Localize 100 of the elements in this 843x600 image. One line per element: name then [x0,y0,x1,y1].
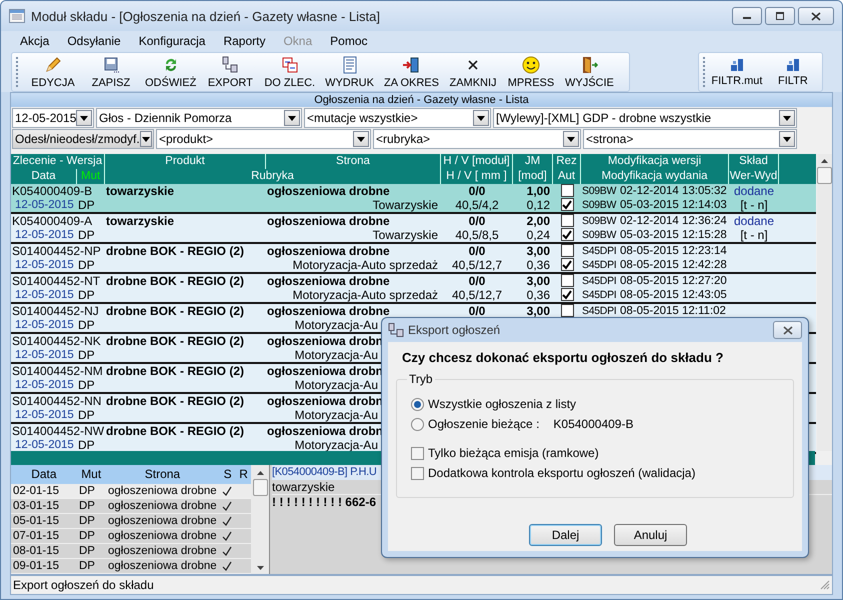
page-name: ogłoszeniowa drobne [107,544,218,558]
table-cell-text: 0/0 [468,214,486,228]
table-cell-text: DP [78,514,96,528]
panel-title: Ogłoszenia na dzień - Gazety własne - Lista [11,93,832,107]
table-cell-text: DP [77,288,96,302]
category: Motoryzacja-Au [294,348,379,362]
category: Towarzyskie [372,198,439,212]
table-cell-text: S09BW [581,228,618,242]
table-cell-text: 0/0 [468,274,486,288]
timestamp: 08-05-2015 12:23:14 [619,244,728,258]
table-cell-text: S09BW [581,184,618,198]
table-cell-text: DP [77,318,96,332]
group-label: Tryb [407,372,435,386]
product-name: drobne BOK - REGIO (2) [105,244,245,258]
date: 02-01-15 [12,484,60,498]
order-number: S014004452-NT [11,274,102,288]
order-number: S014004452-NN [11,394,102,408]
page-name: ogłoszeniowa drobn [266,394,381,408]
timestamp: 08-05-2015 12:42:28 [619,258,728,272]
timestamp: 08-05-2015 12:27:20 [619,274,728,288]
table-cell-text: DP [78,499,96,513]
timestamp: 02-12-2014 12:36:24 [619,214,728,228]
status-text: dodane [732,184,776,198]
category: Towarzyskie [372,228,439,242]
page-name: ogłoszeniowa drobne [266,274,391,288]
option-label: Wszystkie ogłoszenia z listy [428,397,576,411]
order-number: S014004452-NM [11,364,104,378]
product-name: drobne BOK - REGIO (2) [105,304,245,318]
status-text: dodane [732,214,776,228]
table-cell-text: 3,00 [526,274,551,288]
date: 12-05-2015 [14,318,75,332]
table-cell-text: 3,00 [526,304,551,318]
order-number: S014004452-NK [11,334,102,348]
table-cell-text: 0,12 [526,198,551,212]
table-cell-text: S45DPI [581,288,618,302]
table-cell-text: [t - n] [739,228,769,242]
page-name: ogłoszeniowa drobn [266,424,381,438]
option-label: Dodatkowa kontrola eksportu ogłoszeń (walidacja) [428,466,696,480]
page-name: ogłoszeniowa drobne [107,514,218,528]
table-cell-text: DP [77,408,96,422]
option-label: Tylko bieżąca emisja (ramkowe) [428,446,599,460]
product-name: drobne BOK - REGIO (2) [105,274,245,288]
product-name: drobne BOK - REGIO (2) [105,424,245,438]
date: 08-01-15 [12,544,60,558]
category: Motoryzacja-Au [294,318,379,332]
page-name: ogłoszeniowa drobne [107,559,218,573]
date: 12-05-2015 [14,198,75,212]
table-cell-text: DP [77,198,96,212]
date: 12-05-2015 [14,288,75,302]
table-cell-text: 40,5/4,2 [454,198,500,212]
date: 12-05-2015 [14,438,75,452]
category: Motoryzacja-Au [294,438,379,452]
table-cell-text: DP [78,544,96,558]
table-cell-text: 0/0 [468,184,486,198]
timestamp: 02-12-2014 13:05:32 [619,184,728,198]
page-name: ogłoszeniowa drobne [107,499,218,513]
page-name: ogłoszeniowa drobne [107,484,218,498]
date: 07-01-15 [12,529,60,543]
timestamp: 05-03-2015 12:14:03 [619,198,728,212]
table-cell-text: 3,00 [526,244,551,258]
preview-text: ! ! ! ! ! ! ! ! ! ! 662-6 [272,495,377,509]
product-name: drobne BOK - REGIO (2) [105,394,245,408]
table-cell-text: S09BW [581,214,618,228]
product-name: drobne BOK - REGIO (2) [105,364,245,378]
table-cell-text: S45DPI [581,244,618,258]
table-cell-text: DP [78,484,96,498]
order-number: S014004452-NP [11,244,102,258]
date: 12-05-2015 [14,408,75,422]
table-cell-text: 40,5/12,7 [450,258,504,272]
date: 09-01-15 [12,559,60,573]
table-cell-text: DP [77,228,96,242]
page-name: ogłoszeniowa drobn [266,334,381,348]
page-name: ogłoszeniowa drobne [266,214,391,228]
table-cell-text: 0,36 [526,258,551,272]
timestamp: 08-05-2015 12:43:05 [619,288,728,302]
table-cell-text: 40,5/8,5 [454,228,500,242]
dialog-title: Eksport ogłoszeń [408,323,502,337]
page-name: ogłoszeniowa drobne [107,529,218,543]
category: Motoryzacja-Auto sprzedaż [292,258,439,272]
table-cell-text: 0,24 [526,228,551,242]
page-name: ogłoszeniowa drobne [266,304,391,318]
table-cell-text: 1,00 [526,184,551,198]
table-cell-text: DP [78,529,96,543]
date: 03-01-15 [12,499,60,513]
table-cell-text: 2,00 [526,214,551,228]
order-number: K054000409-B [11,184,94,198]
table-cell-text: DP [77,258,96,272]
page-name: ogłoszeniowa drobne [266,184,391,198]
question-text: Czy chcesz dokonać eksportu ogłoszeń do składu ? [401,350,724,365]
date: 12-05-2015 [14,258,75,272]
date: 12-05-2015 [14,228,75,242]
table-cell-text: 0/0 [468,244,486,258]
page-name: ogłoszeniowa drobne [266,244,391,258]
table-cell-text: 0,36 [526,288,551,302]
date: 12-05-2015 [14,348,75,362]
table-cell-text: [t - n] [739,198,769,212]
table-cell-text: S45DPI [581,274,618,288]
timestamp: 05-03-2015 12:15:28 [619,228,728,242]
product-name: drobne BOK - REGIO (2) [105,334,245,348]
order-number: S014004452-NW [11,424,105,438]
